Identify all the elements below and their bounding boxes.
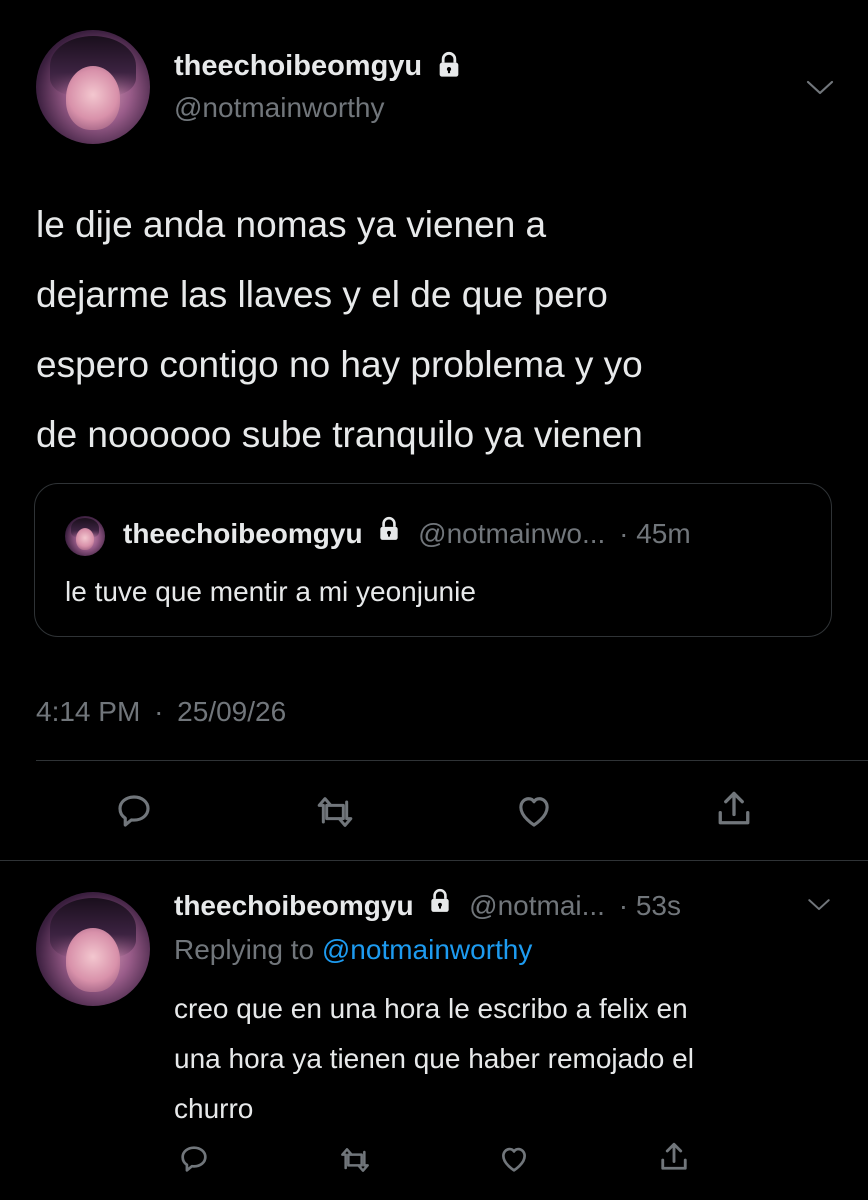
- divider: [36, 760, 868, 761]
- quoted-avatar: [65, 516, 105, 556]
- avatar[interactable]: [36, 892, 150, 1006]
- author-handle[interactable]: @notmai...: [469, 890, 605, 921]
- tweet-text: le dije anda nomas ya vienen a dejarme l…: [36, 190, 643, 470]
- chevron-down-icon[interactable]: [806, 896, 832, 914]
- quoted-timestamp: · 45m: [619, 518, 691, 549]
- author-name-row[interactable]: theechoibeomgyu: [174, 50, 463, 84]
- replying-to-link[interactable]: @notmainworthy: [322, 934, 533, 965]
- tweet-text-line: dejarme las llaves y el de que pero: [36, 274, 608, 315]
- quoted-handle: @notmainwo...: [418, 518, 606, 549]
- separator-dot: ·: [154, 696, 164, 727]
- quoted-display-name: theechoibeomgyu: [123, 518, 363, 549]
- quoted-tweet-card[interactable]: theechoibeomgyu @notmainwo... · 45m le t…: [34, 483, 832, 637]
- tweet-time: 4:14 PM: [36, 696, 141, 727]
- lock-icon: [376, 516, 402, 549]
- lock-icon: [427, 888, 453, 921]
- reply-timestamp[interactable]: · 53s: [619, 890, 681, 921]
- avatar[interactable]: [36, 30, 150, 144]
- lock-icon: [435, 51, 463, 84]
- display-name[interactable]: theechoibeomgyu: [174, 890, 414, 921]
- replying-to-label: Replying to: [174, 934, 322, 965]
- tweet-text-line: le dije anda nomas ya vienen a: [36, 204, 547, 245]
- retweet-icon[interactable]: [312, 792, 358, 832]
- reply-icon[interactable]: [112, 790, 156, 832]
- display-name[interactable]: theechoibeomgyu: [174, 50, 422, 82]
- reply-text: creo que en una hora le escribo a felix …: [174, 984, 694, 1134]
- tweet-text-line: espero contigo no hay problema y yo: [36, 344, 643, 385]
- tweet-timestamp: 4:14 PM · 25/09/26: [36, 696, 286, 728]
- reply-text-line: churro: [174, 1093, 254, 1124]
- like-icon[interactable]: [496, 1142, 532, 1176]
- share-icon[interactable]: [656, 1138, 692, 1176]
- replying-to: Replying to @notmainworthy: [174, 934, 532, 966]
- divider: [0, 860, 868, 861]
- reply-text-line: una hora ya tienen que haber remojado el: [174, 1043, 694, 1074]
- reply-icon[interactable]: [176, 1142, 212, 1176]
- tweet-text-line: de noooooo sube tranquilo ya vienen: [36, 414, 643, 455]
- tweet-date: 25/09/26: [177, 696, 287, 727]
- reply-text-line: creo que en una hora le escribo a felix …: [174, 993, 688, 1024]
- author-handle[interactable]: @notmainworthy: [174, 92, 385, 124]
- quoted-text: le tuve que mentir a mi yeonjunie: [65, 576, 476, 607]
- chevron-down-icon[interactable]: [804, 78, 836, 98]
- share-icon[interactable]: [712, 786, 756, 832]
- like-icon[interactable]: [512, 790, 556, 832]
- quoted-header: theechoibeomgyu @notmainwo... · 45m: [123, 516, 691, 550]
- reply-header: theechoibeomgyu @notmai... · 53s: [174, 888, 681, 922]
- retweet-icon[interactable]: [336, 1144, 374, 1176]
